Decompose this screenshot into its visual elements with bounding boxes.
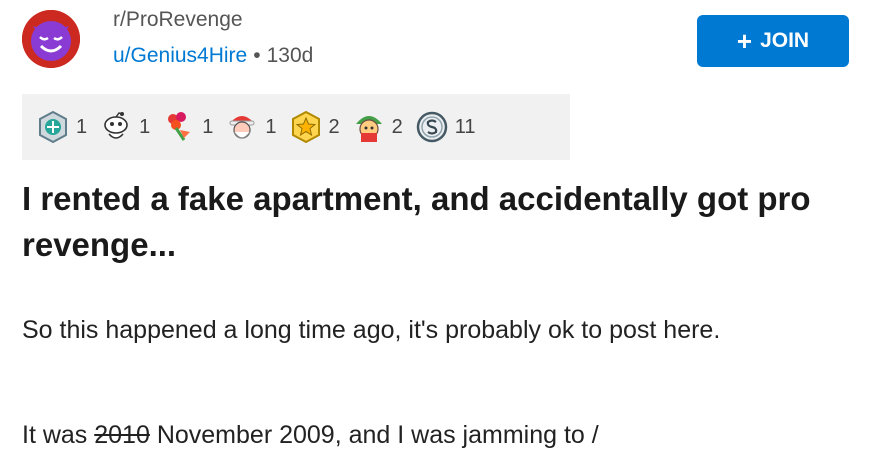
paragraph-text: November 2009, and I was jamming to / — [149, 421, 599, 449]
post-body-paragraph: It was 2010 November 2009, and I was jam… — [22, 416, 852, 454]
award-helpful[interactable]: 1 — [36, 110, 87, 144]
post-age: 130d — [266, 44, 314, 67]
award-count: 1 — [265, 115, 277, 138]
subreddit-name[interactable]: r/ProRevenge — [113, 8, 243, 32]
meta-separator: • — [253, 44, 261, 67]
awards-bar[interactable]: 1 1 1 1 2 2 11 — [22, 94, 570, 160]
award-santa[interactable]: 1 — [225, 110, 277, 144]
bouquet-award-icon — [168, 112, 191, 141]
snoo-award-icon — [104, 112, 128, 139]
subreddit-avatar[interactable] — [22, 10, 80, 68]
award-gold-star[interactable]: 2 — [289, 110, 340, 144]
plus-icon: + — [736, 26, 753, 56]
award-count: 1 — [202, 115, 214, 138]
silver-award-icon — [416, 111, 447, 143]
award-elf[interactable]: 2 — [352, 110, 403, 144]
devil-face-icon — [22, 10, 80, 68]
join-label: JOIN — [760, 29, 810, 52]
post-meta: u/Genius4Hire • 130d — [113, 44, 313, 68]
award-count: 2 — [328, 115, 340, 138]
award-count: 11 — [454, 115, 476, 138]
paragraph-text: It was — [22, 421, 95, 449]
award-snoo[interactable]: 1 — [99, 110, 150, 144]
award-count: 2 — [391, 115, 403, 138]
post-title[interactable]: I rented a fake apartment, and accidenta… — [22, 176, 852, 268]
award-silver[interactable]: 11 — [415, 110, 476, 144]
elf-award-icon — [355, 116, 382, 142]
struck-text: 2010 — [94, 421, 150, 449]
post-body-paragraph: So this happened a long time ago, it's p… — [22, 316, 721, 344]
gold-star-award-icon — [291, 110, 320, 144]
helpful-award-icon — [39, 110, 67, 144]
award-count: 1 — [139, 115, 151, 138]
join-button[interactable]: + JOIN — [697, 15, 849, 67]
username-link[interactable]: u/Genius4Hire — [113, 44, 247, 67]
award-bouquet[interactable]: 1 — [162, 110, 213, 144]
santa-award-icon — [229, 116, 255, 139]
award-count: 1 — [76, 115, 88, 138]
